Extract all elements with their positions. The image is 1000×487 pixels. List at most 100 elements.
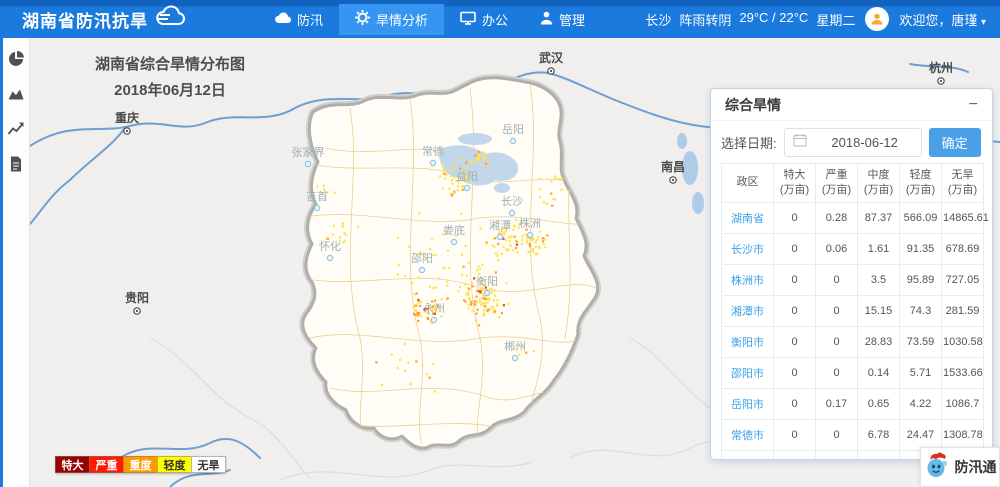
city-label-external: 武汉	[539, 50, 564, 74]
nav-item-label: 防汛	[297, 10, 323, 29]
value-cell: 0.65	[858, 388, 900, 419]
svg-text:长沙: 长沙	[501, 195, 523, 208]
city-label-external: 贵阳	[125, 290, 149, 314]
drought-dot-light	[439, 175, 441, 177]
drought-dot-light	[342, 222, 344, 224]
drought-dot-light	[477, 265, 479, 267]
date-value: 2018-06-12	[817, 135, 913, 150]
drought-dot-light	[501, 253, 503, 255]
widget-label: 防汛通	[955, 457, 997, 477]
value-cell: 281.59	[942, 295, 984, 326]
drought-dot-light	[497, 259, 499, 261]
region-link[interactable]: 衡阳市	[722, 326, 774, 357]
user-avatar-icon[interactable]	[865, 7, 889, 31]
legend-item: 无旱	[191, 456, 226, 473]
drought-dot-light	[514, 225, 516, 227]
drought-dot-medium	[470, 301, 472, 303]
nav-item-label: 管理	[559, 10, 585, 29]
region-link[interactable]: 张家界市	[722, 450, 774, 460]
panel-title: 综合旱情	[725, 95, 781, 115]
welcome-user-menu[interactable]: 欢迎您，唐瑾 ▾	[899, 10, 986, 29]
drought-dot-light	[535, 246, 537, 248]
table-header-cell: 严重(万亩)	[816, 164, 858, 203]
drought-dot-light	[495, 290, 497, 292]
region-link[interactable]: 邵阳市	[722, 357, 774, 388]
date-input[interactable]: 2018-06-12	[784, 128, 922, 157]
drought-dot-light	[483, 154, 485, 156]
drought-dot-light	[457, 185, 459, 187]
drought-dot-light	[443, 267, 445, 269]
drought-dot-light	[479, 268, 481, 270]
drought-dot-medium	[487, 309, 489, 311]
drought-dot-light	[497, 299, 499, 301]
city-label-external: 杭州	[929, 60, 953, 84]
drought-dot-light	[440, 315, 442, 317]
drought-dot-light	[438, 277, 440, 279]
line-chart-icon[interactable]	[7, 120, 25, 138]
drought-dot-light	[435, 286, 437, 288]
drought-dot-light	[478, 156, 480, 158]
drought-dot-light	[539, 231, 541, 233]
table-header-row: 政区特大(万亩)严重(万亩)中度(万亩)轻度(万亩)无旱(万亩)	[722, 164, 984, 203]
drought-dot-light	[536, 239, 538, 241]
value-cell: 0	[774, 326, 816, 357]
value-cell: 678.69	[942, 233, 984, 264]
drought-dot-light	[482, 302, 484, 304]
drought-dot-medium	[451, 194, 453, 196]
drought-dot-light	[404, 343, 406, 345]
drought-dot-medium	[459, 167, 461, 169]
nav-item-label: 旱情分析	[376, 10, 428, 29]
drought-dot-light	[468, 307, 470, 309]
drought-dot-medium	[417, 313, 419, 315]
svg-text:湘潭: 湘潭	[489, 218, 511, 232]
svg-text:怀化: 怀化	[319, 239, 341, 253]
nav-item-admin[interactable]: 管理	[524, 4, 601, 35]
region-link[interactable]: 岳阳市	[722, 388, 774, 419]
area-chart-icon[interactable]	[7, 85, 25, 103]
drought-dot-light	[398, 264, 400, 266]
drought-dot-light	[446, 285, 448, 287]
region-link[interactable]: 湘潭市	[722, 295, 774, 326]
drought-dot-medium	[453, 191, 455, 193]
weather-info: 长沙 阵雨转阴 29°C / 22°C 星期二	[645, 10, 855, 29]
minimize-button[interactable]: −	[969, 97, 978, 113]
drought-dot-light	[554, 178, 556, 180]
drought-dot-light	[476, 301, 478, 303]
cloud-icon	[274, 11, 291, 27]
panel-header: 综合旱情 −	[711, 89, 992, 121]
value-cell: 15.15	[858, 295, 900, 326]
drought-dot-light	[477, 159, 479, 161]
drought-dot-medium	[474, 303, 476, 305]
drought-dot-light	[493, 299, 495, 301]
drought-dot-light	[461, 185, 463, 187]
region-link[interactable]: 常德市	[722, 419, 774, 450]
nav-item-flood[interactable]: 防汛	[258, 4, 339, 35]
drought-dot-light	[560, 189, 562, 191]
drought-dot-light	[480, 304, 482, 306]
value-cell: 14865.61	[942, 202, 984, 233]
drought-dot-medium	[497, 243, 499, 245]
table-row: 湘潭市0015.1574.3281.59	[722, 295, 984, 326]
drought-dot-light	[543, 201, 545, 203]
region-link[interactable]: 湖南省	[722, 202, 774, 233]
drought-dot-light	[483, 312, 485, 314]
drought-dot-light	[518, 354, 520, 356]
confirm-button[interactable]: 确定	[929, 128, 981, 157]
fangxuntong-widget[interactable]: 防汛通	[920, 447, 1000, 487]
drought-dot-light	[452, 167, 454, 169]
report-icon[interactable]	[7, 155, 25, 173]
drought-dot-light	[399, 359, 401, 361]
drought-dot-light	[453, 176, 455, 178]
drought-dot-light	[444, 170, 446, 172]
drought-dot-light	[508, 303, 510, 305]
nav-item-office[interactable]: 办公	[444, 4, 524, 35]
region-link[interactable]: 株洲市	[722, 264, 774, 295]
nav-item-drought-analysis[interactable]: 旱情分析	[339, 4, 444, 35]
drought-dot-light	[442, 168, 444, 170]
region-link[interactable]: 长沙市	[722, 233, 774, 264]
drought-dot-medium	[550, 193, 552, 195]
pie-chart-icon[interactable]	[7, 50, 25, 68]
value-cell: 0	[774, 202, 816, 233]
drought-dot-light	[524, 234, 526, 236]
drought-dot-light	[515, 219, 517, 221]
